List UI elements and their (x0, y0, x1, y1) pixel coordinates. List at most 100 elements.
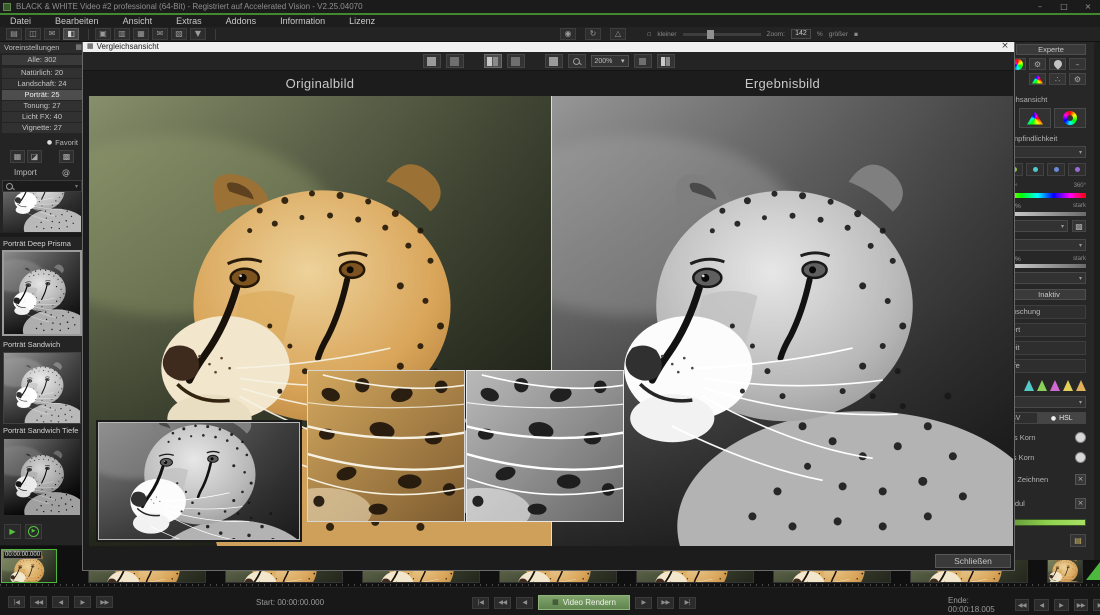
step-forward-button[interactable]: ▶ (635, 597, 652, 609)
menu-bearbeiten[interactable]: Bearbeiten (55, 16, 99, 26)
dialog-zoom-select[interactable]: 200%▾ (591, 55, 629, 67)
purple-dot-button[interactable] (1068, 163, 1086, 176)
result-preview-inset[interactable] (98, 422, 300, 540)
step-back-button[interactable]: ◀ (516, 597, 533, 609)
snapshot-button[interactable] (657, 54, 675, 68)
dialog-close-button[interactable]: Schließen (935, 554, 1011, 568)
menu-ansicht[interactable]: Ansicht (123, 16, 153, 26)
menu-addons[interactable]: Addons (226, 16, 257, 26)
menu-lizenz[interactable]: Lizenz (349, 16, 375, 26)
play-button[interactable]: ▶ (4, 524, 21, 539)
film-icon[interactable]: ▦ (133, 28, 149, 40)
hsl-option[interactable]: ● HSL (1038, 412, 1087, 424)
preset-item-deep-prisma[interactable] (2, 250, 82, 336)
at-icon[interactable]: @ (62, 168, 70, 177)
ring-mode-button[interactable] (1054, 108, 1086, 128)
single-view-button[interactable] (423, 54, 441, 68)
play-loop-button[interactable]: ▶ (25, 524, 42, 539)
grid-view-icon[interactable]: ▦ (10, 150, 25, 163)
import-icon[interactable]: ◫ (25, 28, 41, 40)
minimize-button[interactable]: – (1028, 0, 1052, 13)
category-natuerlich[interactable]: Natürlich: 20 (2, 68, 82, 78)
inactive-button[interactable]: Inaktiv (1012, 289, 1086, 300)
color-module-close-icon[interactable]: × (1075, 498, 1086, 509)
step-back-button[interactable]: ◀ (52, 596, 69, 608)
category-tonung[interactable]: Tonung: 27 (2, 101, 82, 111)
soft-grain-toggle[interactable] (1075, 432, 1086, 443)
rewind-button[interactable]: ◀◀ (1015, 599, 1030, 611)
fast-forward-button[interactable]: ▶▶ (657, 597, 674, 609)
project-icon[interactable]: ▤ (6, 28, 22, 40)
search-options-icon[interactable]: ▾ (75, 183, 78, 190)
rewind-button[interactable]: ◀◀ (494, 597, 511, 609)
category-alle[interactable]: Alle: 302 (2, 55, 82, 65)
single-view-alt-button[interactable] (446, 54, 464, 68)
fast-forward-button[interactable]: ▶▶ (96, 596, 113, 608)
split-view-button[interactable] (484, 54, 502, 68)
save-icon[interactable]: ▣ (95, 28, 111, 40)
color-triangle-icon[interactable] (1029, 73, 1046, 85)
category-portraet[interactable]: Porträt: 25 (2, 90, 82, 100)
step-forward-button[interactable]: ▶ (1054, 599, 1069, 611)
menu-extras[interactable]: Extras (176, 16, 202, 26)
node-graph-icon[interactable]: ∴ (1049, 73, 1066, 85)
menu-datei[interactable]: Datei (10, 16, 31, 26)
orange-cone-icon[interactable] (1076, 380, 1086, 391)
selective-draw-close-icon[interactable]: × (1075, 474, 1086, 485)
original-zoom-crop[interactable] (307, 370, 465, 522)
step-forward-button[interactable]: ▶ (74, 596, 91, 608)
dropdown-side-button[interactable]: ▩ (1072, 220, 1086, 232)
zoom-value-field[interactable]: 142 (791, 29, 811, 39)
menu-information[interactable]: Information (280, 16, 325, 26)
go-end-button[interactable]: ▶| (679, 597, 696, 609)
zoom-smaller-icon[interactable]: ▫ (647, 30, 651, 38)
minus-icon[interactable]: – (1069, 58, 1086, 70)
panel-icon[interactable]: ▦ (75, 43, 82, 51)
fullscreen-view-button[interactable] (545, 54, 563, 68)
close-button[interactable]: × (1076, 0, 1100, 13)
panel-scrollbar[interactable] (1094, 42, 1100, 560)
warning-icon[interactable]: △ (610, 28, 626, 40)
go-end-button[interactable]: ▶| (1093, 599, 1100, 611)
import-button[interactable]: Import (14, 168, 37, 177)
category-vignette[interactable]: Vignette: 27 (2, 123, 82, 133)
prism-mode-button[interactable] (1019, 108, 1051, 128)
go-start-button[interactable]: |◀ (8, 596, 25, 608)
send-icon[interactable]: ✉ (152, 28, 168, 40)
zoom-slider[interactable] (683, 33, 761, 36)
category-licht-fx[interactable]: Licht FX: 40 (2, 112, 82, 122)
export-icon[interactable]: ▧ (171, 28, 187, 40)
magenta-cone-icon[interactable] (1050, 380, 1060, 391)
eye-icon[interactable]: ◉ (560, 28, 576, 40)
cyan-cone-icon[interactable] (1024, 380, 1034, 391)
pan-button[interactable] (634, 54, 652, 68)
rewind-button[interactable]: ◀◀ (30, 596, 47, 608)
droplet-icon[interactable] (1049, 58, 1066, 70)
category-landschaft[interactable]: Landschaft: 24 (2, 79, 82, 89)
maximize-button[interactable]: □ (1052, 0, 1076, 13)
preset-item-sandwich[interactable] (3, 352, 81, 424)
settings-gear-icon[interactable]: ⚙ (1069, 73, 1086, 85)
yellow-cone-icon[interactable] (1063, 380, 1073, 391)
preset-item-sandwich-tiefe[interactable] (3, 438, 81, 516)
expert-button[interactable]: Experte (1016, 44, 1086, 55)
fast-forward-button[interactable]: ▶▶ (1074, 599, 1089, 611)
preset-search-input[interactable]: ▾ (2, 180, 82, 192)
rotate-icon[interactable]: ↻ (585, 28, 601, 40)
go-start-button[interactable]: |◀ (472, 597, 489, 609)
compare-view-icon[interactable]: ◧ (63, 28, 79, 40)
blue-dot-button[interactable] (1047, 163, 1065, 176)
cyan-dot-button[interactable] (1026, 163, 1044, 176)
render-queue-icon[interactable]: ▤ (1070, 534, 1086, 547)
render-video-button[interactable]: ▦ Video Rendern (538, 595, 630, 610)
result-zoom-crop[interactable] (466, 370, 624, 522)
green-cone-icon[interactable] (1037, 380, 1047, 391)
magnifier-button[interactable] (568, 54, 586, 68)
zoom-bigger-icon[interactable]: ▪ (854, 30, 858, 38)
preset-thumbnail-partial[interactable] (3, 192, 81, 232)
list-view-icon[interactable]: ◪ (27, 150, 42, 163)
download-icon[interactable]: ▼ (190, 28, 206, 40)
timeline-end-marker[interactable] (1086, 562, 1100, 580)
gear-icon[interactable]: ⚙ (1029, 58, 1046, 70)
timeline-clip-first[interactable]: 00:00:00.000 (1, 549, 57, 583)
